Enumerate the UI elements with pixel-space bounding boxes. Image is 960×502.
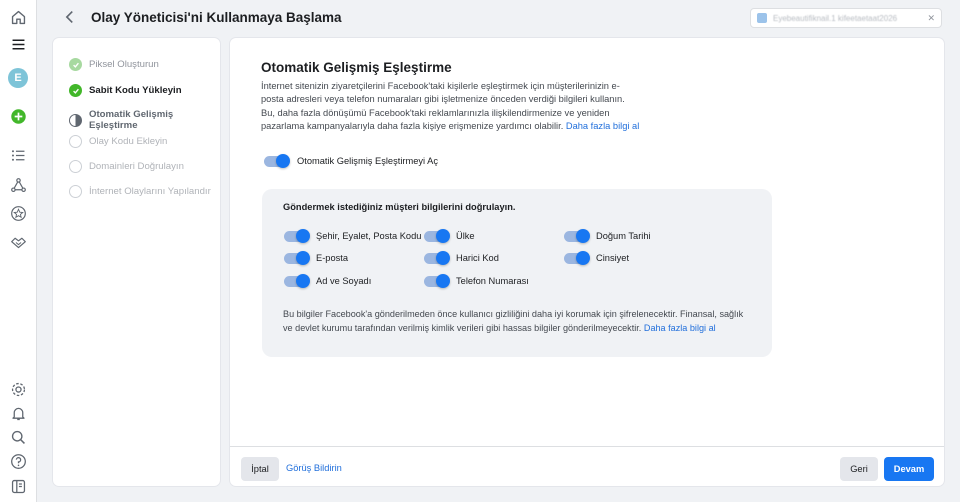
option-external-id: Harici Kod xyxy=(424,251,499,265)
option-full-name: Ad ve Soyadı xyxy=(284,274,371,288)
in-progress-icon xyxy=(69,113,82,127)
option-phone: Telefon Numarası xyxy=(424,274,529,288)
section-description: İnternet sitenizin ziyaretçilerini Faceb… xyxy=(261,80,641,134)
city-state-zip-toggle[interactable] xyxy=(284,229,310,243)
bell-icon[interactable] xyxy=(7,402,29,424)
graph-icon[interactable] xyxy=(7,174,29,196)
step-create-pixel[interactable]: Piksel Oluşturun xyxy=(69,58,159,71)
left-nav: E xyxy=(0,0,37,502)
option-country: Ülke xyxy=(424,229,475,243)
external-id-toggle[interactable] xyxy=(424,251,450,265)
option-email: E-posta xyxy=(284,251,348,265)
birth-date-toggle[interactable] xyxy=(564,229,590,243)
advanced-matching-toggle[interactable] xyxy=(264,154,290,168)
empty-circle-icon xyxy=(69,160,82,173)
home-icon[interactable] xyxy=(7,6,29,28)
list-icon[interactable] xyxy=(7,144,29,166)
privacy-learn-more-link[interactable]: Daha fazla bilgi al xyxy=(644,323,716,333)
full-name-toggle[interactable] xyxy=(284,274,310,288)
option-label: Cinsiyet xyxy=(596,253,630,263)
privacy-note: Bu bilgiler Facebook'a gönderilmeden önc… xyxy=(283,308,753,335)
step-label: Olay Kodu Ekleyin xyxy=(89,136,168,147)
section-heading: Otomatik Gelişmiş Eşleştirme xyxy=(261,60,452,75)
feedback-link[interactable]: Görüş Bildirin xyxy=(286,463,342,473)
master-toggle-label: Otomatik Gelişmiş Eşleştirmeyi Aç xyxy=(297,156,439,166)
check-icon xyxy=(69,84,82,97)
option-label: Harici Kod xyxy=(456,253,499,263)
step-verify-domains[interactable]: Domainleri Doğrulayın xyxy=(69,160,184,173)
step-label: Domainleri Doğrulayın xyxy=(89,161,184,172)
phone-toggle[interactable] xyxy=(424,274,450,288)
continue-button[interactable]: Devam xyxy=(884,457,934,481)
handshake-icon[interactable] xyxy=(7,231,29,253)
step-label: Sabit Kodu Yükleyin xyxy=(89,85,182,96)
header-bar: Olay Yöneticisi'ni Kullanmaya Başlama Ey… xyxy=(37,0,960,36)
help-icon[interactable] xyxy=(7,450,29,472)
step-configure-web-events[interactable]: İnternet Olaylarını Yapılandır xyxy=(69,185,211,198)
step-add-event-code[interactable]: Olay Kodu Ekleyin xyxy=(69,135,167,148)
option-gender: Cinsiyet xyxy=(564,251,629,265)
settings-icon[interactable] xyxy=(7,378,29,400)
avatar-letter: E xyxy=(8,68,28,88)
step-advanced-matching[interactable]: Otomatik Gelişmiş Eşleştirme xyxy=(69,109,220,131)
customer-info-panel: Göndermek istediğiniz müşteri bilgilerin… xyxy=(262,189,772,357)
setup-steps: Piksel Oluşturun Sabit Kodu Yükleyin Oto… xyxy=(53,38,220,486)
option-label: E-posta xyxy=(316,253,349,263)
email-toggle[interactable] xyxy=(284,251,310,265)
option-birth-date: Doğum Tarihi xyxy=(564,229,651,243)
option-label: Şehir, Eyalet, Posta Kodu xyxy=(316,231,422,241)
back-arrow-icon[interactable] xyxy=(61,8,79,26)
star-icon[interactable] xyxy=(7,202,29,224)
main-card: Otomatik Gelişmiş Eşleştirme İnternet si… xyxy=(230,38,944,486)
add-icon[interactable] xyxy=(7,105,29,127)
panel-icon[interactable] xyxy=(7,475,29,497)
cancel-button[interactable]: İptal xyxy=(241,457,279,481)
country-toggle[interactable] xyxy=(424,229,450,243)
step-label: Otomatik Gelişmiş Eşleştirme xyxy=(89,109,174,131)
panel-heading: Göndermek istediğiniz müşteri bilgilerin… xyxy=(283,202,516,212)
learn-more-link[interactable]: Daha fazla bilgi al xyxy=(566,121,639,131)
gender-toggle[interactable] xyxy=(564,251,590,265)
account-selector[interactable]: Eyebeautifiknail.1 kifeetaetaat2026 ✕ xyxy=(750,8,942,28)
footer-bar: İptal Görüş Bildirin Geri Devam xyxy=(230,446,944,486)
account-logo-icon xyxy=(757,13,767,23)
search-icon[interactable] xyxy=(7,426,29,448)
close-icon[interactable]: ✕ xyxy=(927,13,935,24)
empty-circle-icon xyxy=(69,185,82,198)
option-city-state-zip: Şehir, Eyalet, Posta Kodu xyxy=(284,229,421,243)
page-title: Olay Yöneticisi'ni Kullanmaya Başlama xyxy=(91,10,342,25)
option-label: Telefon Numarası xyxy=(456,276,529,286)
account-name: Eyebeautifiknail.1 kifeetaetaat2026 xyxy=(773,13,898,23)
avatar[interactable]: E xyxy=(7,67,29,89)
master-toggle-row: Otomatik Gelişmiş Eşleştirmeyi Aç xyxy=(264,154,438,168)
empty-circle-icon xyxy=(69,135,82,148)
option-label: Ad ve Soyadı xyxy=(316,276,372,286)
back-button[interactable]: Geri xyxy=(840,457,878,481)
option-label: Doğum Tarihi xyxy=(596,231,651,241)
menu-icon[interactable] xyxy=(7,33,29,55)
option-label: Ülke xyxy=(456,231,475,241)
step-install-base-code[interactable]: Sabit Kodu Yükleyin xyxy=(69,84,182,97)
check-icon xyxy=(69,58,82,71)
step-label: İnternet Olaylarını Yapılandır xyxy=(89,186,211,197)
step-label: Piksel Oluşturun xyxy=(89,59,159,70)
